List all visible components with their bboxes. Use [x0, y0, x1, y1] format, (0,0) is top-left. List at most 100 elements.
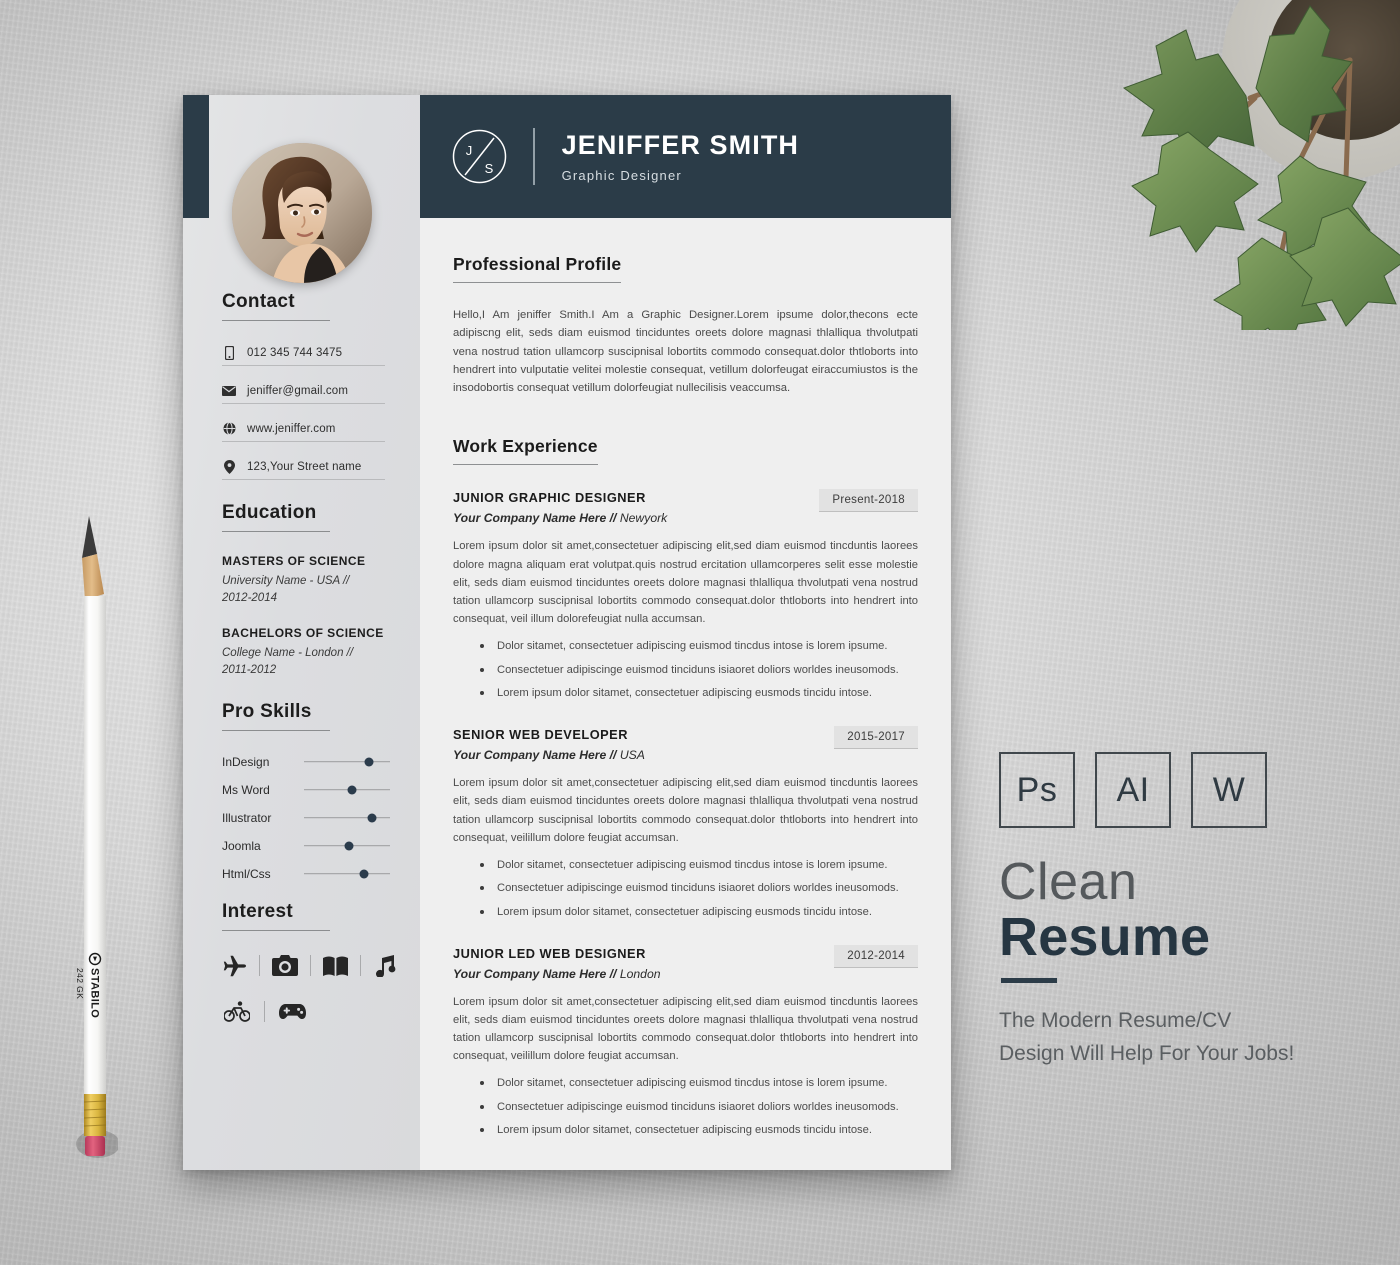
- work-item-location: Newyork: [619, 511, 668, 526]
- skill-slider[interactable]: [304, 868, 390, 880]
- education-meta: University Name - USA // 2012-2014: [222, 575, 350, 604]
- work-item-description: Lorem ipsum dolor sit amet,consectetuer …: [453, 540, 918, 626]
- header-identity: JENIFFER SMITH Graphic Designer: [562, 130, 799, 183]
- contact-website-row[interactable]: www.jeniffer.com: [222, 421, 385, 442]
- contact-phone-row[interactable]: 012 345 744 3475: [222, 345, 385, 366]
- work-item-company: Your Company Name Here // USA: [453, 748, 645, 762]
- skill-slider[interactable]: [304, 812, 390, 824]
- skill-row-htmlcss: Html/Css: [222, 867, 398, 881]
- work-item-head: JUNIOR GRAPHIC DESIGNER Your Company Nam…: [453, 489, 918, 525]
- page-title: JENIFFER SMITH: [561, 129, 800, 160]
- work-heading: Work Experience: [453, 436, 598, 466]
- work-item-location: London: [619, 966, 661, 981]
- skill-slider-knob[interactable]: [347, 785, 357, 795]
- contact-email-row[interactable]: jeniffer@gmail.com: [222, 383, 385, 404]
- skill-slider-knob[interactable]: [364, 757, 374, 767]
- svg-text:STABILO: STABILO: [88, 968, 100, 1018]
- skills-section: Pro Skills InDesign Ms Word Illustrator …: [222, 701, 398, 881]
- education-degree: BACHELORS OF SCIENCE: [222, 626, 384, 641]
- work-item-bullet: Consectetuer adipiscinge euismod tincidu…: [453, 1099, 918, 1116]
- skill-slider-knob[interactable]: [344, 841, 354, 851]
- gamepad-icon[interactable]: [277, 999, 307, 1025]
- skill-row-illustrator: Illustrator: [222, 811, 398, 825]
- skill-track-bar: [304, 760, 390, 763]
- work-item-head: SENIOR WEB DEVELOPER Your Company Name H…: [453, 726, 918, 762]
- work-item-bullet: Dolor sitamet, consectetuer adipiscing e…: [453, 638, 918, 655]
- interest-icon-rows: [222, 953, 398, 1025]
- education-section: Education MASTERS OF SCIENCE University …: [222, 502, 398, 679]
- work-item-bullet: Lorem ipsum dolor sitamet, consectetuer …: [453, 1122, 918, 1139]
- work-item-description: Lorem ipsum dolor sit amet,consectetuer …: [453, 777, 918, 844]
- promo-divider: [1001, 978, 1057, 984]
- promo-tagline-line1: The Modern Resume/CV: [999, 1009, 1232, 1033]
- work-item-company-name: Your Company Name Here //: [453, 511, 617, 526]
- pencil-prop: STABILO 242 GK: [72, 508, 120, 1168]
- contact-address-value: 123,Your Street name: [247, 460, 362, 473]
- work-item: SENIOR WEB DEVELOPER Your Company Name H…: [453, 726, 918, 921]
- camera-icon[interactable]: [272, 953, 298, 979]
- interest-icon-row-2: [222, 999, 398, 1025]
- skills-list: InDesign Ms Word Illustrator Joomla Html…: [222, 755, 398, 881]
- work-item-bullets: Dolor sitamet, consectetuer adipiscing e…: [453, 857, 918, 921]
- interest-section: Interest: [222, 901, 398, 1025]
- contact-heading: Contact: [222, 291, 330, 321]
- work-item-title: JUNIOR LED WEB DESIGNER: [453, 945, 646, 961]
- education-degree: MASTERS OF SCIENCE: [222, 554, 366, 568]
- contact-email-value: jeniffer@gmail.com: [247, 384, 349, 397]
- promo-title-bold: Resume: [999, 907, 1211, 967]
- promo-panel: Ps AI W Clean Resume The Modern Resume/C…: [999, 752, 1399, 1070]
- bicycle-icon[interactable]: [222, 999, 252, 1025]
- svg-text:S: S: [485, 161, 494, 176]
- work-item-company-name: Your Company Name Here //: [453, 966, 617, 981]
- work-experience-section: Work Experience JUNIOR GRAPHIC DESIGNER …: [453, 436, 918, 1139]
- skill-label: InDesign: [222, 754, 270, 769]
- icon-divider: [264, 1001, 265, 1023]
- education-item: BACHELORS OF SCIENCE College Name - Lond…: [222, 626, 398, 678]
- work-item-bullet: Lorem ipsum dolor sitamet, consectetuer …: [453, 685, 918, 702]
- book-icon[interactable]: [322, 953, 348, 979]
- skill-slider-knob[interactable]: [367, 813, 377, 823]
- resume-main: J S JENIFFER SMITH Graphic Designer Prof…: [420, 95, 951, 1170]
- work-item-identity: JUNIOR LED WEB DESIGNER Your Company Nam…: [453, 946, 661, 981]
- work-item: JUNIOR LED WEB DESIGNER Your Company Nam…: [453, 944, 918, 1140]
- work-item-bullet: Lorem ipsum dolor sitamet, consectetuer …: [453, 904, 918, 921]
- contact-section: Contact 012 345 744 3475 jeniffer@gmail.…: [222, 291, 398, 480]
- skill-label: Joomla: [222, 838, 261, 853]
- promo-title-light: Clean: [999, 853, 1138, 911]
- resume-header: J S JENIFFER SMITH Graphic Designer: [420, 95, 951, 218]
- work-item-bullet: Consectetuer adipiscinge euismod tincidu…: [453, 880, 918, 897]
- globe-icon: [222, 421, 236, 436]
- skill-track-bar: [304, 816, 390, 819]
- music-note-icon[interactable]: [373, 953, 398, 979]
- work-item-head: JUNIOR LED WEB DESIGNER Your Company Nam…: [453, 944, 918, 981]
- work-item-bullet: Dolor sitamet, consectetuer adipiscing e…: [453, 857, 918, 874]
- resume-sidebar: Contact 012 345 744 3475 jeniffer@gmail.…: [183, 95, 420, 1170]
- skill-slider[interactable]: [304, 840, 390, 852]
- skill-slider[interactable]: [304, 756, 390, 768]
- main-body: Professional Profile Hello,I Am jeniffer…: [420, 218, 951, 1140]
- work-item-title: JUNIOR GRAPHIC DESIGNER: [453, 490, 646, 506]
- contact-address-row[interactable]: 123,Your Street name: [222, 459, 385, 480]
- education-item: MASTERS OF SCIENCE University Name - USA…: [222, 554, 398, 606]
- education-meta: College Name - London // 2011-2012: [222, 647, 354, 677]
- work-item-date-badge: 2012-2014: [834, 944, 918, 968]
- phone-icon: [222, 345, 236, 360]
- resume-page: Contact 012 345 744 3475 jeniffer@gmail.…: [183, 95, 951, 1170]
- airplane-icon[interactable]: [222, 953, 247, 979]
- skill-label: Ms Word: [222, 782, 270, 797]
- skill-slider[interactable]: [304, 784, 390, 796]
- skill-row-joomla: Joomla: [222, 839, 398, 853]
- work-item-title: SENIOR WEB DEVELOPER: [453, 727, 628, 743]
- icon-divider: [360, 955, 361, 977]
- work-item-company: Your Company Name Here // London: [453, 967, 661, 981]
- sidebar-content: Contact 012 345 744 3475 jeniffer@gmail.…: [183, 291, 420, 1045]
- work-item-location: USA: [619, 748, 645, 763]
- skill-slider-knob[interactable]: [359, 869, 369, 879]
- word-badge: W: [1191, 752, 1267, 828]
- work-item-bullets: Dolor sitamet, consectetuer adipiscing e…: [453, 1075, 918, 1139]
- education-heading: Education: [222, 502, 330, 532]
- work-item-identity: JUNIOR GRAPHIC DESIGNER Your Company Nam…: [453, 490, 667, 525]
- professional-profile-section: Professional Profile Hello,I Am jeniffer…: [453, 254, 918, 397]
- envelope-icon: [222, 383, 236, 398]
- work-item-company: Your Company Name Here // Newyork: [453, 511, 667, 525]
